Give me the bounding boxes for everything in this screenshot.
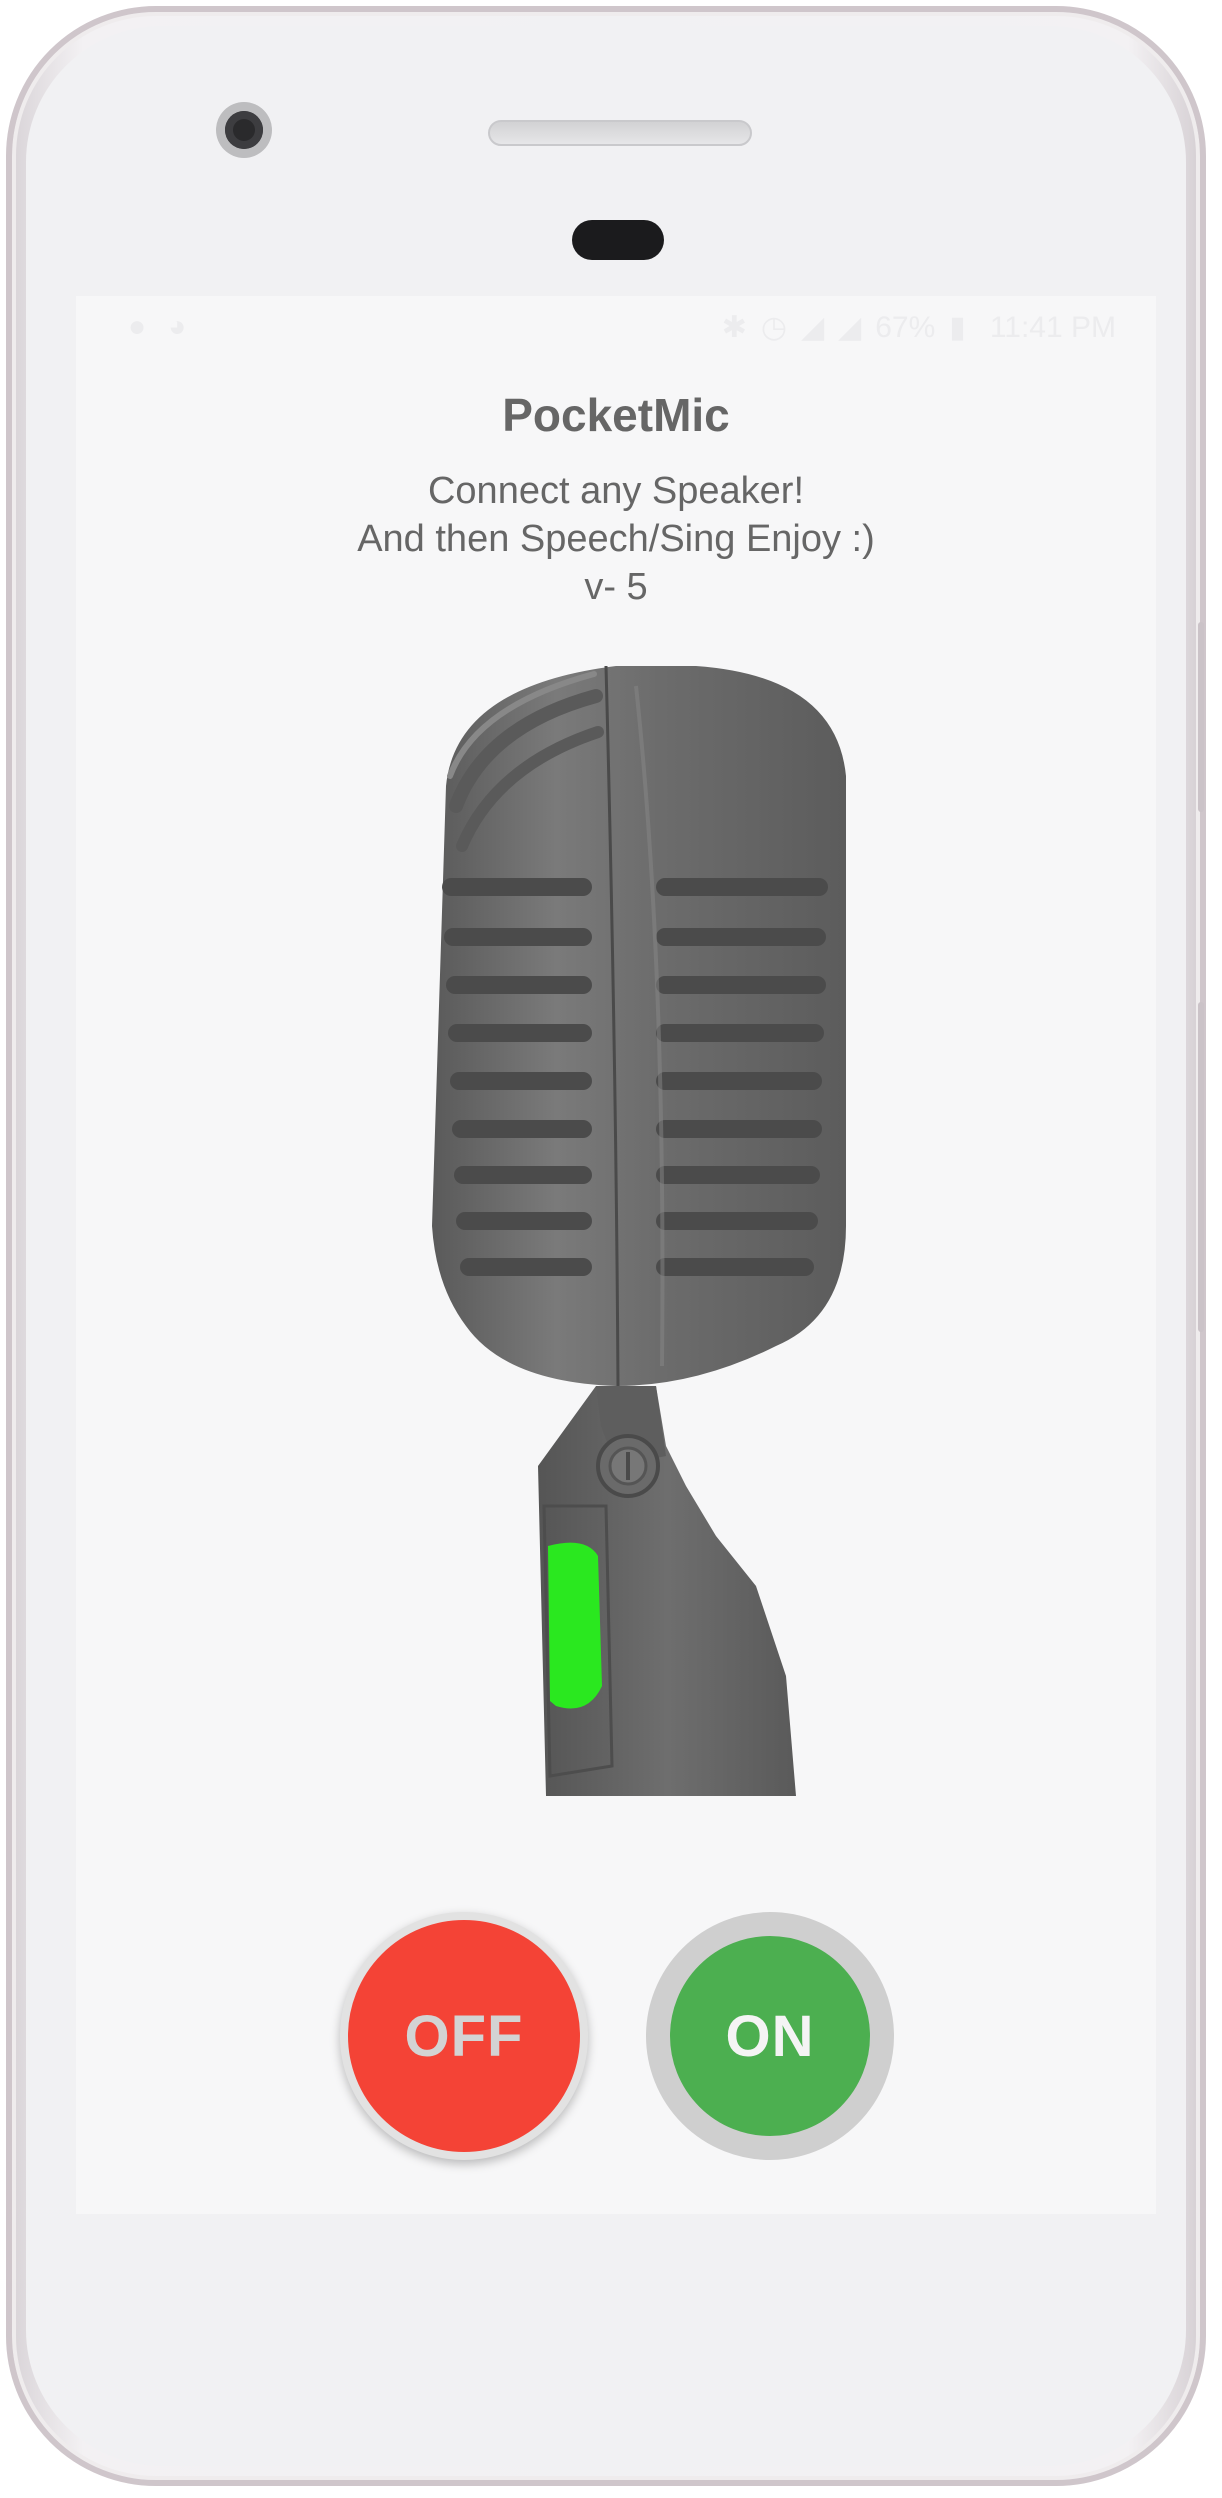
clock: 11:41 PM: [989, 310, 1116, 344]
notification-icon: ◕: [168, 310, 187, 343]
earpiece-speaker: [488, 120, 752, 146]
off-button-label: OFF: [404, 2003, 524, 2069]
bluetooth-icon: ✱: [721, 311, 747, 344]
subtitle-line-2: And then Speech/Sing Enjoy :): [357, 518, 875, 560]
off-button[interactable]: OFF: [340, 1912, 588, 2160]
alarm-icon: ◷: [760, 311, 788, 344]
mic-indicator: [548, 1542, 602, 1709]
status-bar: ● ◕ ✱ ◷ ◢ ◢ 67% ▮ 11:41 PM: [76, 296, 1156, 356]
front-camera: [216, 102, 272, 158]
battery-percent: 67%: [875, 310, 936, 344]
proximity-sensor: [572, 220, 664, 260]
app-screen: ● ◕ ✱ ◷ ◢ ◢ 67% ▮ 11:41 PM PocketMic Con…: [76, 296, 1156, 2214]
battery-icon: ▮: [949, 311, 966, 344]
wifi-icon: ◢: [801, 311, 825, 344]
signal-icon: ◢: [838, 311, 862, 344]
location-icon: ●: [128, 310, 147, 343]
version-label: v- 5: [584, 566, 648, 608]
app-title: PocketMic: [502, 389, 730, 441]
volume-button: [1198, 622, 1204, 812]
on-button-label: ON: [725, 2003, 815, 2069]
phone-frame: ● ◕ ✱ ◷ ◢ ◢ 67% ▮ 11:41 PM PocketMic Con…: [6, 6, 1206, 2486]
microphone-image: [432, 666, 846, 1796]
subtitle-line-1: Connect any Speaker!: [427, 470, 804, 512]
power-button: [1198, 1002, 1204, 1332]
on-button[interactable]: ON: [646, 1912, 894, 2160]
